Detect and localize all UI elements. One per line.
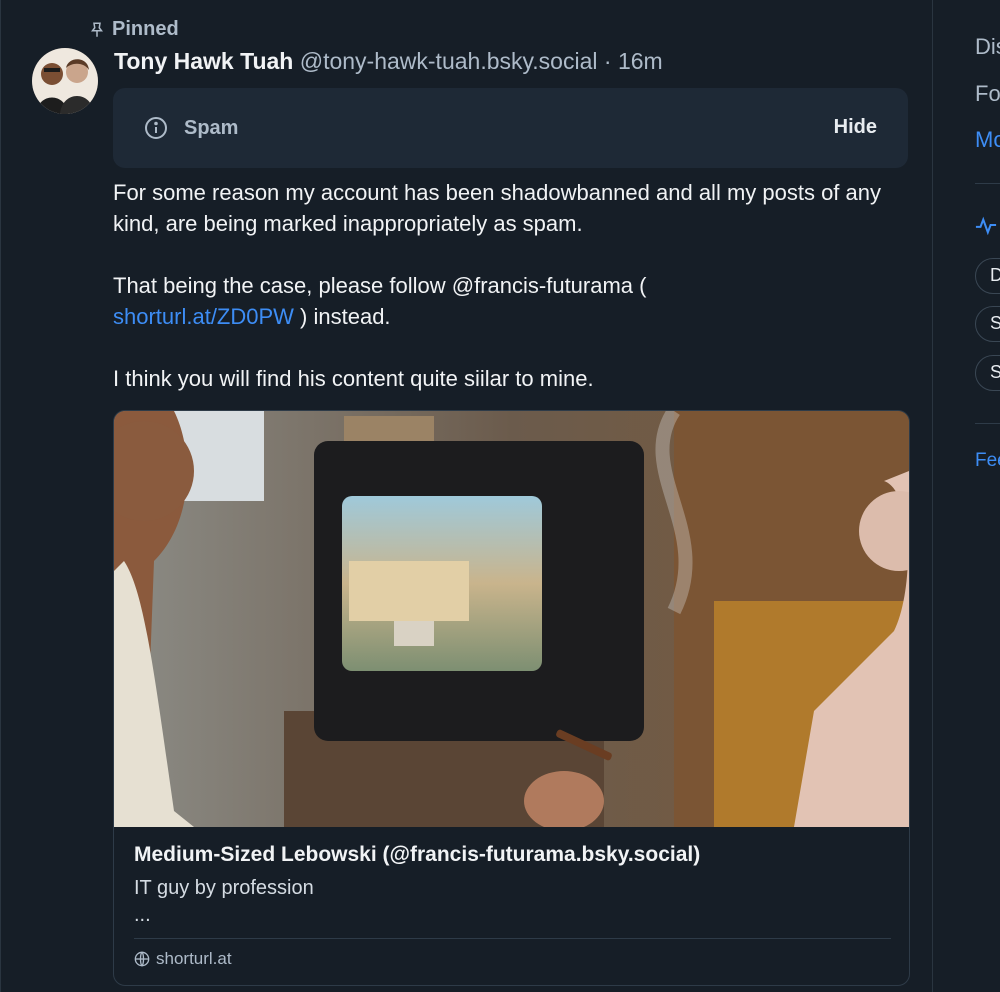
post-paragraph: I think you will find his content quite … <box>113 366 594 391</box>
pin-icon <box>91 22 103 37</box>
post-timestamp[interactable]: 16m <box>618 48 663 74</box>
sidebar-divider <box>975 423 1000 424</box>
post-paragraph: That being the case, please follow @fran… <box>113 270 913 332</box>
embed-ellipsis: ... <box>134 904 151 926</box>
link-embed-card[interactable]: Medium-Sized Lebowski (@francis-futurama… <box>113 410 910 986</box>
trending-pill-2[interactable]: S <box>975 306 1000 342</box>
embed-thumbnail <box>114 411 909 827</box>
post-body: For some reason my account has been shad… <box>113 177 913 394</box>
trending-icon <box>975 216 997 235</box>
post-text-segment: That being the case, please follow @fran… <box>113 273 647 298</box>
sidebar-link-feedback[interactable]: Fee <box>975 450 1000 472</box>
embed-description: IT guy by profession <box>134 877 314 899</box>
sidebar-divider <box>975 183 1000 184</box>
pinned-label: Pinned <box>112 18 179 40</box>
trending-pill-1[interactable]: D <box>975 258 1000 294</box>
moderation-warning: Spam Hide <box>113 88 908 168</box>
post-text-segment: ) instead. <box>293 304 391 329</box>
sidebar-link-discover[interactable]: Dis <box>975 34 1000 60</box>
feed-right-border <box>932 0 933 992</box>
author-name[interactable]: Tony Hawk Tuah <box>114 48 293 74</box>
moderation-label: Spam <box>184 117 239 139</box>
post-paragraph: For some reason my account has been shad… <box>113 180 882 236</box>
feed-left-border <box>0 0 1 992</box>
trending-pill-3[interactable]: S <box>975 355 1000 391</box>
avatar[interactable] <box>32 48 98 114</box>
embed-domain-row: shorturl.at <box>134 949 232 969</box>
embed-divider <box>134 938 891 939</box>
hide-button[interactable]: Hide <box>834 116 877 139</box>
sidebar-link-following[interactable]: Fo <box>975 81 1000 107</box>
author-handle[interactable]: @tony-hawk-tuah.bsky.social <box>300 48 598 74</box>
globe-icon <box>134 951 150 967</box>
post-author-line: Tony Hawk Tuah @tony-hawk-tuah.bsky.soci… <box>114 48 663 75</box>
separator-dot: · <box>597 48 618 74</box>
embed-title: Medium-Sized Lebowski (@francis-futurama… <box>134 843 701 866</box>
embed-domain: shorturl.at <box>156 949 232 968</box>
info-icon <box>145 117 167 139</box>
post-link[interactable]: shorturl.at/ZD0PW <box>113 304 294 329</box>
pinned-indicator: Pinned <box>88 18 179 41</box>
sidebar-link-more[interactable]: Mo <box>975 127 1000 153</box>
